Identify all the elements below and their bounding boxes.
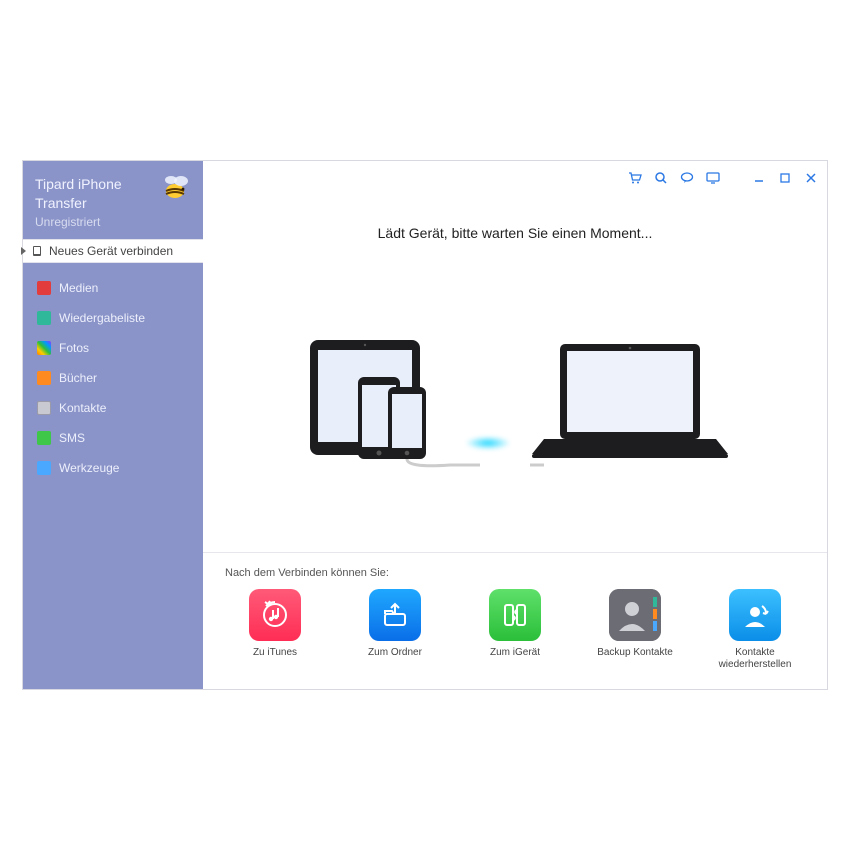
action-label: Kontakte wiederherstellen <box>705 647 805 671</box>
app-status: Unregistriert <box>35 215 191 229</box>
message-icon[interactable] <box>679 170 695 186</box>
bee-logo-icon <box>157 167 197 207</box>
search-icon[interactable] <box>653 170 669 186</box>
action-to-itunes[interactable]: Zu iTunes <box>225 589 325 671</box>
sidebar-item-wiedergabeliste[interactable]: Wiedergabeliste <box>23 303 203 333</box>
nav-label: Kontakte <box>59 401 106 415</box>
media-icon <box>37 281 51 295</box>
books-icon <box>37 371 51 385</box>
connect-device-button[interactable]: Neues Gerät verbinden <box>23 239 203 263</box>
nav-label: Bücher <box>59 371 97 385</box>
connect-device-label: Neues Gerät verbinden <box>49 244 173 258</box>
bottom-title: Nach dem Verbinden können Sie: <box>225 567 805 579</box>
action-restore-contacts[interactable]: Kontakte wiederherstellen <box>705 589 805 671</box>
tools-icon <box>37 461 51 475</box>
app-title-line1: Tipard iPhone <box>35 176 122 192</box>
bottom-actions: Nach dem Verbinden können Sie: Zu iTunes… <box>203 552 827 689</box>
action-label: Zum Ordner <box>368 647 422 659</box>
cart-icon[interactable] <box>627 170 643 186</box>
sidebar-item-fotos[interactable]: Fotos <box>23 333 203 363</box>
sidebar-item-medien[interactable]: Medien <box>23 273 203 303</box>
connection-glow-icon <box>465 436 511 450</box>
sidebar-header: Tipard iPhone Transfer Unregistriert <box>23 161 203 239</box>
device-illustration <box>203 241 827 552</box>
action-to-folder[interactable]: Zum Ordner <box>345 589 445 671</box>
titlebar <box>203 161 827 195</box>
idevices-icon <box>300 332 480 472</box>
nav-label: Medien <box>59 281 98 295</box>
sidebar-item-kontakte[interactable]: Kontakte <box>23 393 203 423</box>
device-small-icon <box>31 245 43 257</box>
action-backup-contacts[interactable]: Backup Kontakte <box>585 589 685 671</box>
app-window: Tipard iPhone Transfer Unregistriert Neu… <box>22 160 828 690</box>
restore-contacts-icon <box>729 589 781 641</box>
sidebar-item-sms[interactable]: SMS <box>23 423 203 453</box>
nav-label: Wiedergabeliste <box>59 311 145 325</box>
loading-text: Lädt Gerät, bitte warten Sie einen Momen… <box>203 225 827 241</box>
photos-icon <box>37 341 51 355</box>
sidebar-item-buecher[interactable]: Bücher <box>23 363 203 393</box>
action-to-idevice[interactable]: Zum iGerät <box>465 589 565 671</box>
backup-contacts-icon <box>609 589 661 641</box>
maximize-icon[interactable] <box>777 170 793 186</box>
action-label: Backup Kontakte <box>597 647 673 659</box>
contacts-icon <box>37 401 51 415</box>
nav-label: SMS <box>59 431 85 445</box>
action-label: Zum iGerät <box>490 647 540 659</box>
nav: Medien Wiedergabeliste Fotos Bücher Kont… <box>23 263 203 493</box>
action-row: Zu iTunes Zum Ordner Zum iGerät <box>225 589 805 671</box>
laptop-icon <box>530 332 730 472</box>
action-label: Zu iTunes <box>253 647 297 659</box>
minimize-icon[interactable] <box>751 170 767 186</box>
to-itunes-icon <box>249 589 301 641</box>
to-folder-icon <box>369 589 421 641</box>
to-idevice-icon <box>489 589 541 641</box>
close-icon[interactable] <box>803 170 819 186</box>
sms-icon <box>37 431 51 445</box>
expand-right-icon <box>21 247 26 255</box>
nav-label: Werkzeuge <box>59 461 119 475</box>
sidebar: Tipard iPhone Transfer Unregistriert Neu… <box>23 161 203 689</box>
main-content: Lädt Gerät, bitte warten Sie einen Momen… <box>203 161 827 689</box>
app-title-line2: Transfer <box>35 195 87 211</box>
monitor-icon[interactable] <box>705 170 721 186</box>
sidebar-item-werkzeuge[interactable]: Werkzeuge <box>23 453 203 483</box>
nav-label: Fotos <box>59 341 89 355</box>
playlist-icon <box>37 311 51 325</box>
